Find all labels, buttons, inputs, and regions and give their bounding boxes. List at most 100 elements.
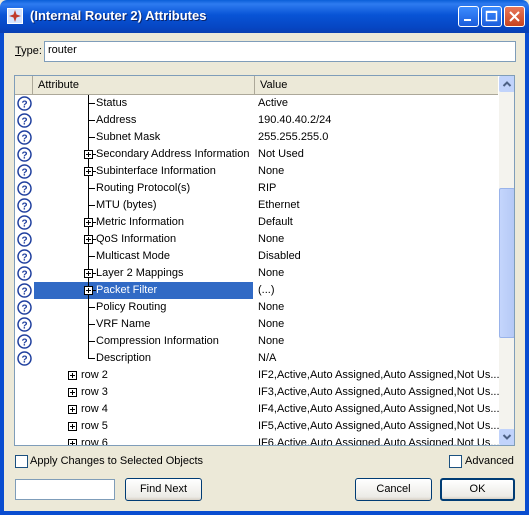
ok-button[interactable]: OK — [440, 478, 515, 501]
apply-changes-checkbox[interactable] — [15, 455, 28, 468]
help-icon[interactable]: ? — [17, 232, 32, 247]
tree-line — [88, 256, 95, 257]
attribute-value[interactable]: None — [257, 231, 284, 248]
table-row[interactable]: ? Address 190.40.40.2/24 — [15, 112, 498, 129]
table-row[interactable]: ? Secondary Address Information Not Used — [15, 146, 498, 163]
table-row[interactable]: row 4 IF4,Active,Auto Assigned,Auto Assig… — [15, 401, 500, 418]
attribute-grid[interactable]: Attribute Value ? Status Active? Address 190… — [14, 75, 515, 446]
help-icon[interactable]: ? — [17, 164, 32, 179]
expand-icon[interactable] — [84, 286, 93, 295]
advanced-checkbox[interactable] — [449, 455, 462, 468]
table-row[interactable]: ? VRF Name None — [15, 316, 498, 333]
attribute-value[interactable]: (...) — [257, 282, 275, 299]
cancel-button[interactable]: Cancel — [355, 478, 432, 501]
expand-icon[interactable] — [84, 269, 93, 278]
title-bar[interactable]: (Internal Router 2) Attributes — [0, 0, 529, 33]
minimize-button[interactable] — [458, 6, 479, 27]
table-row[interactable]: ? MTU (bytes) Ethernet — [15, 197, 498, 214]
attribute-value[interactable]: None — [257, 333, 284, 350]
table-row[interactable]: ? Policy Routing None — [15, 299, 498, 316]
window-frame-bottom — [0, 511, 529, 515]
table-row[interactable]: ? QoS Information None — [15, 231, 498, 248]
expand-icon[interactable] — [84, 235, 93, 244]
header-attribute[interactable]: Attribute — [33, 76, 255, 94]
svg-text:?: ? — [21, 150, 27, 161]
attribute-value[interactable]: IF3,Active,Auto Assigned,Auto Assigned,N… — [257, 384, 500, 401]
table-row[interactable]: ? Status Active — [15, 95, 498, 112]
scroll-thumb[interactable] — [499, 188, 514, 338]
help-icon[interactable]: ? — [17, 181, 32, 196]
table-row[interactable]: row 2 IF2,Active,Auto Assigned,Auto Assig… — [15, 367, 500, 384]
scroll-down-button[interactable] — [499, 429, 514, 445]
table-row[interactable]: ? Metric Information Default — [15, 214, 498, 231]
attribute-value[interactable]: None — [257, 299, 284, 316]
expand-icon[interactable] — [68, 405, 77, 414]
attribute-value[interactable]: IF4,Active,Auto Assigned,Auto Assigned,N… — [257, 401, 500, 418]
advanced-label[interactable]: Advanced — [465, 455, 514, 467]
attribute-value[interactable]: None — [257, 316, 284, 333]
table-row[interactable]: ? Packet Filter (...) — [15, 282, 498, 299]
help-icon[interactable]: ? — [17, 113, 32, 128]
expand-icon[interactable] — [84, 167, 93, 176]
app-icon — [7, 8, 23, 24]
help-icon[interactable]: ? — [17, 283, 32, 298]
help-icon[interactable]: ? — [17, 147, 32, 162]
expand-icon[interactable] — [68, 388, 77, 397]
table-row[interactable]: ? Layer 2 Mappings None — [15, 265, 498, 282]
type-field[interactable]: router — [44, 41, 516, 62]
scroll-up-button[interactable] — [499, 76, 514, 92]
help-icon[interactable]: ? — [17, 351, 32, 366]
attribute-name: Layer 2 Mappings — [96, 267, 184, 279]
maximize-button[interactable] — [481, 6, 502, 27]
attribute-value[interactable]: Not Used — [257, 146, 304, 163]
svg-text:?: ? — [21, 167, 27, 178]
apply-changes-label[interactable]: Apply Changes to Selected Objects — [30, 455, 203, 467]
vertical-scrollbar[interactable] — [499, 76, 514, 445]
help-icon[interactable]: ? — [17, 334, 32, 349]
attribute-value[interactable]: RIP — [257, 180, 276, 197]
help-icon[interactable]: ? — [17, 215, 32, 230]
help-icon[interactable]: ? — [17, 96, 32, 111]
header-value[interactable]: Value — [255, 76, 498, 94]
help-icon[interactable]: ? — [17, 130, 32, 145]
attribute-value[interactable]: 255.255.255.0 — [257, 129, 328, 146]
attribute-value[interactable]: None — [257, 265, 284, 282]
attribute-value[interactable]: IF2,Active,Auto Assigned,Auto Assigned,N… — [257, 367, 500, 384]
table-row[interactable]: ? Routing Protocol(s) RIP — [15, 180, 498, 197]
help-icon[interactable]: ? — [17, 300, 32, 315]
table-row[interactable]: ? Compression Information None — [15, 333, 498, 350]
attribute-name: row 5 — [81, 420, 108, 432]
table-row[interactable]: row 5 IF5,Active,Auto Assigned,Auto Assig… — [15, 418, 500, 435]
attribute-value[interactable]: 190.40.40.2/24 — [257, 112, 331, 129]
attribute-value[interactable]: None — [257, 163, 284, 180]
attribute-name: row 6 — [81, 437, 108, 446]
svg-text:?: ? — [21, 269, 27, 280]
expand-icon[interactable] — [68, 422, 77, 431]
table-row[interactable]: row 6 IF6,Active,Auto Assigned,Auto Assig… — [15, 435, 500, 446]
help-icon[interactable]: ? — [17, 249, 32, 264]
attribute-value[interactable]: Ethernet — [257, 197, 300, 214]
attribute-value[interactable]: Active — [257, 95, 288, 112]
svg-text:?: ? — [21, 201, 27, 212]
attribute-value[interactable]: Default — [257, 214, 293, 231]
table-row[interactable]: ? Subinterface Information None — [15, 163, 498, 180]
attribute-value[interactable]: IF5,Active,Auto Assigned,Auto Assigned,N… — [257, 418, 500, 435]
find-input[interactable] — [15, 479, 115, 500]
table-row[interactable]: row 3 IF3,Active,Auto Assigned,Auto Assig… — [15, 384, 500, 401]
help-icon[interactable]: ? — [17, 198, 32, 213]
table-row[interactable]: ? Multicast Mode Disabled — [15, 248, 498, 265]
find-next-button[interactable]: Find Next — [125, 478, 202, 501]
tree-line — [88, 137, 95, 138]
attribute-value[interactable]: Disabled — [257, 248, 301, 265]
expand-icon[interactable] — [68, 371, 77, 380]
table-row[interactable]: ? Description N/A — [15, 350, 498, 367]
expand-icon[interactable] — [84, 150, 93, 159]
attribute-value[interactable]: IF6,Active,Auto Assigned,Auto Assigned,N… — [257, 435, 500, 445]
help-icon[interactable]: ? — [17, 266, 32, 281]
expand-icon[interactable] — [68, 439, 77, 445]
expand-icon[interactable] — [84, 218, 93, 227]
help-icon[interactable]: ? — [17, 317, 32, 332]
attribute-value[interactable]: N/A — [257, 350, 276, 367]
table-row[interactable]: ? Subnet Mask 255.255.255.0 — [15, 129, 498, 146]
close-button[interactable] — [504, 6, 525, 27]
